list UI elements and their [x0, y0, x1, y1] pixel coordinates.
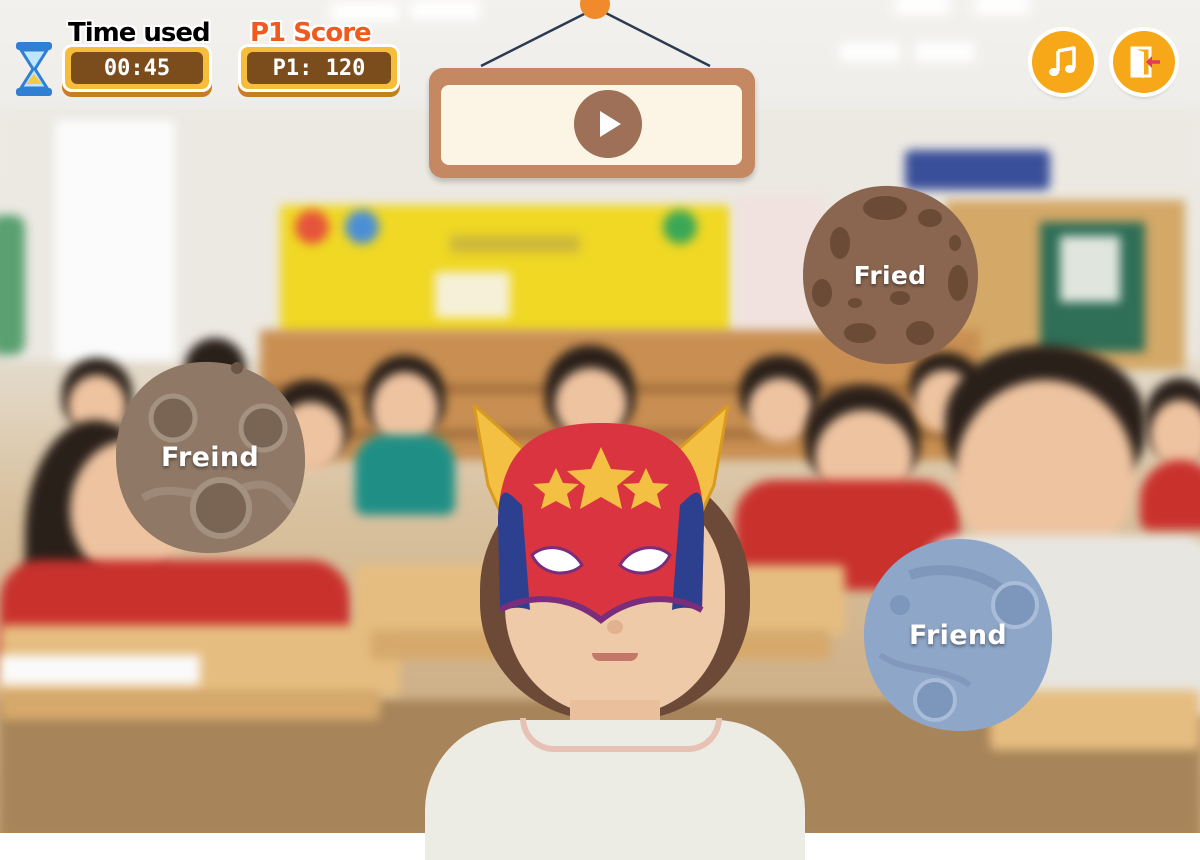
superhero-mask: [472, 405, 730, 624]
word-sign: [429, 68, 755, 178]
word-label: Friend: [909, 619, 1007, 651]
word-label: Freind: [161, 441, 259, 473]
word-asteroid-3[interactable]: Friend: [860, 535, 1056, 735]
play-audio-button[interactable]: [574, 90, 642, 158]
play-icon: [600, 111, 621, 137]
word-asteroid-1[interactable]: Freind: [113, 358, 307, 556]
sign-panel: [441, 85, 742, 165]
word-asteroid-2[interactable]: Fried: [800, 183, 980, 367]
word-label: Fried: [853, 260, 927, 290]
